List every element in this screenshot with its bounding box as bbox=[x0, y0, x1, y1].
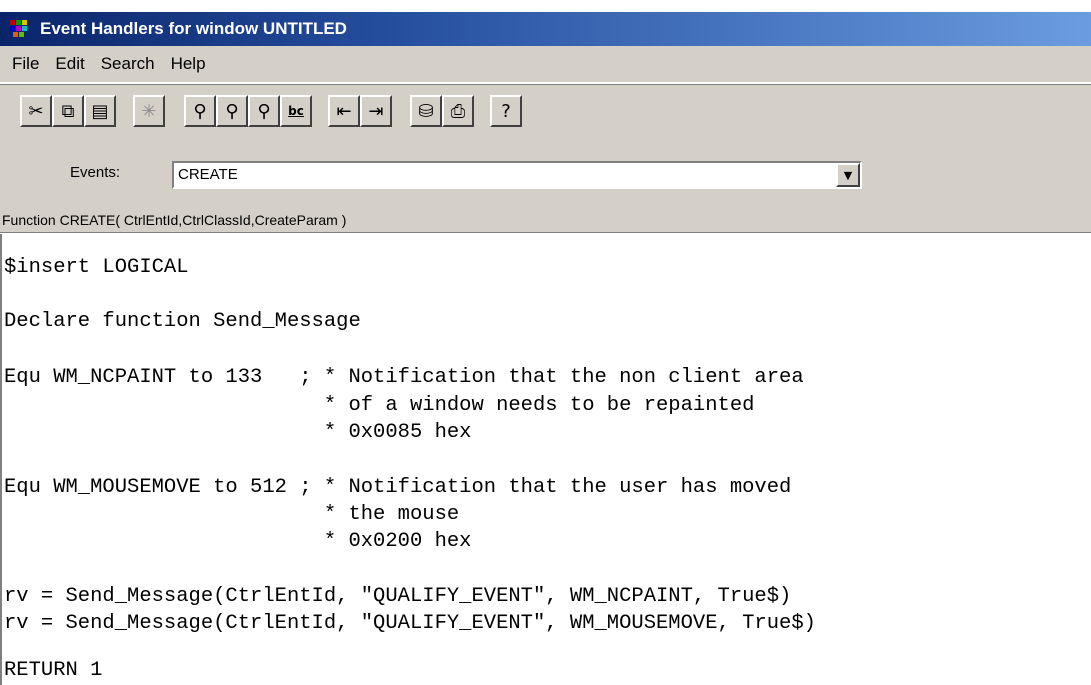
print-icon: ⎙ bbox=[450, 100, 466, 122]
menu-file[interactable]: File bbox=[0, 54, 47, 74]
window-title: Event Handlers for window UNTITLED bbox=[40, 19, 347, 38]
find-icon: ⚲ bbox=[193, 100, 207, 122]
find-next-button[interactable]: ⚲ bbox=[216, 95, 248, 127]
events-row: Events: CREATE ▼ bbox=[0, 141, 1091, 208]
paste-button[interactable]: ▤ bbox=[84, 95, 116, 127]
code-line[interactable]: rv = Send_Message(CtrlEntId, "QUALIFY_EV… bbox=[4, 612, 816, 635]
events-dropdown[interactable]: CREATE ▼ bbox=[172, 161, 862, 189]
code-editor[interactable]: $insert LOGICAL Declare function Send_Me… bbox=[0, 234, 1091, 685]
cut-icon: ✂ bbox=[28, 100, 44, 122]
find-next-icon: ⚲ bbox=[225, 100, 239, 122]
indent-icon: ⇤ bbox=[336, 100, 352, 122]
toolbar: ✂ ⧉ ▤ ✳ ⚲ ⚲ ⚲ bc ⇤ ⇥ ⛁ ⎙ ? bbox=[0, 84, 1091, 142]
indent-button[interactable]: ⇤ bbox=[328, 95, 360, 127]
clear-button[interactable]: ✳ bbox=[133, 95, 165, 127]
outdent-icon: ⇥ bbox=[368, 100, 384, 122]
replace-button[interactable]: ⚲ bbox=[248, 95, 280, 127]
replace-icon: ⚲ bbox=[257, 100, 271, 122]
events-label: Events: bbox=[70, 164, 121, 181]
menu-search[interactable]: Search bbox=[93, 54, 163, 74]
code-line[interactable]: * of a window needs to be repainted bbox=[4, 394, 755, 417]
copy-button[interactable]: ⧉ bbox=[52, 95, 84, 127]
compile-button[interactable]: bc bbox=[280, 95, 312, 127]
chevron-down-icon: ▼ bbox=[843, 168, 853, 182]
code-line[interactable]: * the mouse bbox=[4, 503, 459, 526]
outdent-button[interactable]: ⇥ bbox=[360, 95, 392, 127]
help-button[interactable]: ? bbox=[490, 95, 522, 127]
paste-icon: ▤ bbox=[91, 100, 109, 122]
code-line[interactable]: RETURN 1 bbox=[4, 659, 102, 682]
compile-icon: bc bbox=[288, 104, 304, 118]
save-icon: ⛁ bbox=[418, 100, 434, 122]
events-selected-value: CREATE bbox=[178, 166, 238, 183]
code-line[interactable]: rv = Send_Message(CtrlEntId, "QUALIFY_EV… bbox=[4, 585, 791, 608]
event-handlers-window: Event Handlers for window UNTITLED File … bbox=[0, 0, 1091, 685]
code-line[interactable]: $insert LOGICAL bbox=[4, 256, 189, 279]
code-line[interactable]: Equ WM_MOUSEMOVE to 512 ; * Notification… bbox=[4, 476, 791, 499]
find-button[interactable]: ⚲ bbox=[184, 95, 216, 127]
menu-help[interactable]: Help bbox=[163, 54, 214, 74]
code-line[interactable]: * 0x0200 hex bbox=[4, 530, 472, 553]
save-button[interactable]: ⛁ bbox=[410, 95, 442, 127]
app-icon bbox=[10, 20, 32, 38]
code-line[interactable]: * 0x0085 hex bbox=[4, 421, 472, 444]
code-line[interactable]: Declare function Send_Message bbox=[4, 310, 361, 333]
clear-icon: ✳ bbox=[141, 100, 157, 122]
cut-button[interactable]: ✂ bbox=[20, 95, 52, 127]
print-button[interactable]: ⎙ bbox=[442, 95, 474, 127]
help-icon: ? bbox=[501, 100, 511, 122]
copy-icon: ⧉ bbox=[61, 100, 75, 122]
code-line[interactable]: Equ WM_NCPAINT to 133 ; * Notification t… bbox=[4, 366, 804, 389]
menu-bar: File Edit Search Help bbox=[0, 46, 1091, 83]
function-signature: Function CREATE( CtrlEntId,CtrlClassId,C… bbox=[0, 207, 1091, 233]
title-bar[interactable]: Event Handlers for window UNTITLED bbox=[0, 12, 1091, 46]
dropdown-arrow-button[interactable]: ▼ bbox=[836, 163, 860, 187]
menu-edit[interactable]: Edit bbox=[47, 54, 92, 74]
